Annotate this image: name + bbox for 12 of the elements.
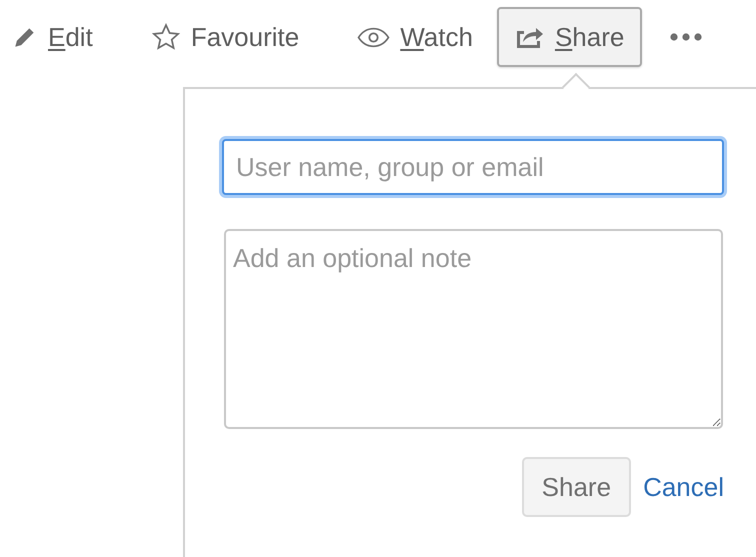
star-icon bbox=[150, 22, 181, 52]
share-arrow-icon bbox=[514, 25, 545, 49]
toolbar-button[interactable]: Watch bbox=[343, 7, 487, 67]
recipient-input[interactable]: User name, group or email bbox=[222, 139, 724, 195]
toolbar-button[interactable]: Share bbox=[496, 7, 642, 67]
cancel-link[interactable]: Cancel bbox=[643, 472, 724, 502]
toolbar-button[interactable]: Edit bbox=[8, 7, 107, 67]
note-textarea[interactable]: Add an optional note bbox=[224, 229, 723, 429]
more-dots-icon bbox=[670, 33, 702, 41]
toolbar-button[interactable]: Favourite bbox=[136, 7, 314, 67]
share-button[interactable]: Share bbox=[522, 457, 632, 517]
eye-icon bbox=[357, 26, 390, 48]
